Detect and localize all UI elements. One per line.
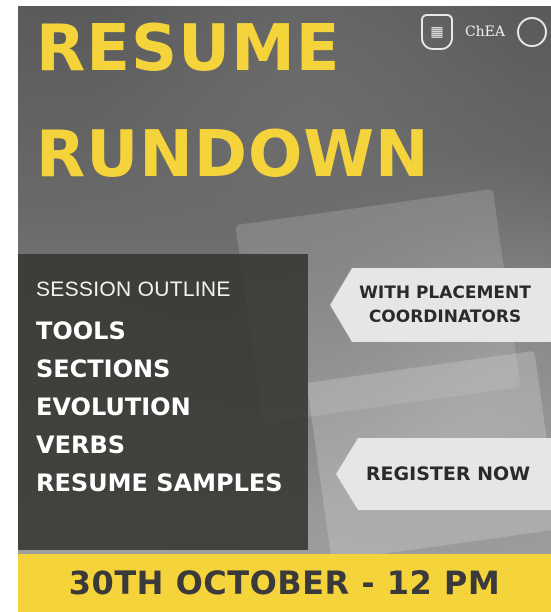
outline-item-evolution: EVOLUTION xyxy=(36,393,191,421)
placement-tag-line-1: WITH PLACEMENT xyxy=(359,283,531,303)
register-now-label: REGISTER NOW xyxy=(365,463,531,485)
register-now-button[interactable]: REGISTER NOW xyxy=(336,438,551,510)
date-banner: 30TH OCTOBER - 12 PM xyxy=(18,554,551,612)
outline-item-sections: SECTIONS xyxy=(36,355,171,383)
poster-title-line-2: RUNDOWN xyxy=(36,118,430,192)
placement-coordinators-tag: WITH PLACEMENT COORDINATORS xyxy=(330,268,551,342)
round-seal-icon xyxy=(517,17,547,47)
poster-title-line-1: RESUME xyxy=(36,12,341,86)
outline-item-tools: TOOLS xyxy=(36,317,126,345)
event-poster: RESUME RUNDOWN ▦ ChEA SESSION OUTLINE TO… xyxy=(18,6,551,612)
outline-item-verbs: VERBS xyxy=(36,431,126,459)
session-outline-heading: SESSION OUTLINE xyxy=(36,278,231,301)
logo-group: ▦ ChEA xyxy=(420,14,547,50)
placement-tag-line-2: COORDINATORS xyxy=(368,307,522,327)
session-outline-panel: SESSION OUTLINE TOOLS SECTIONS EVOLUTION… xyxy=(18,254,308,550)
outline-item-resume-samples: RESUME SAMPLES xyxy=(36,469,283,497)
chea-logo: ChEA xyxy=(464,24,505,40)
crest-emblem-icon: ▦ xyxy=(420,14,453,50)
event-date-time: 30TH OCTOBER - 12 PM xyxy=(68,564,501,602)
